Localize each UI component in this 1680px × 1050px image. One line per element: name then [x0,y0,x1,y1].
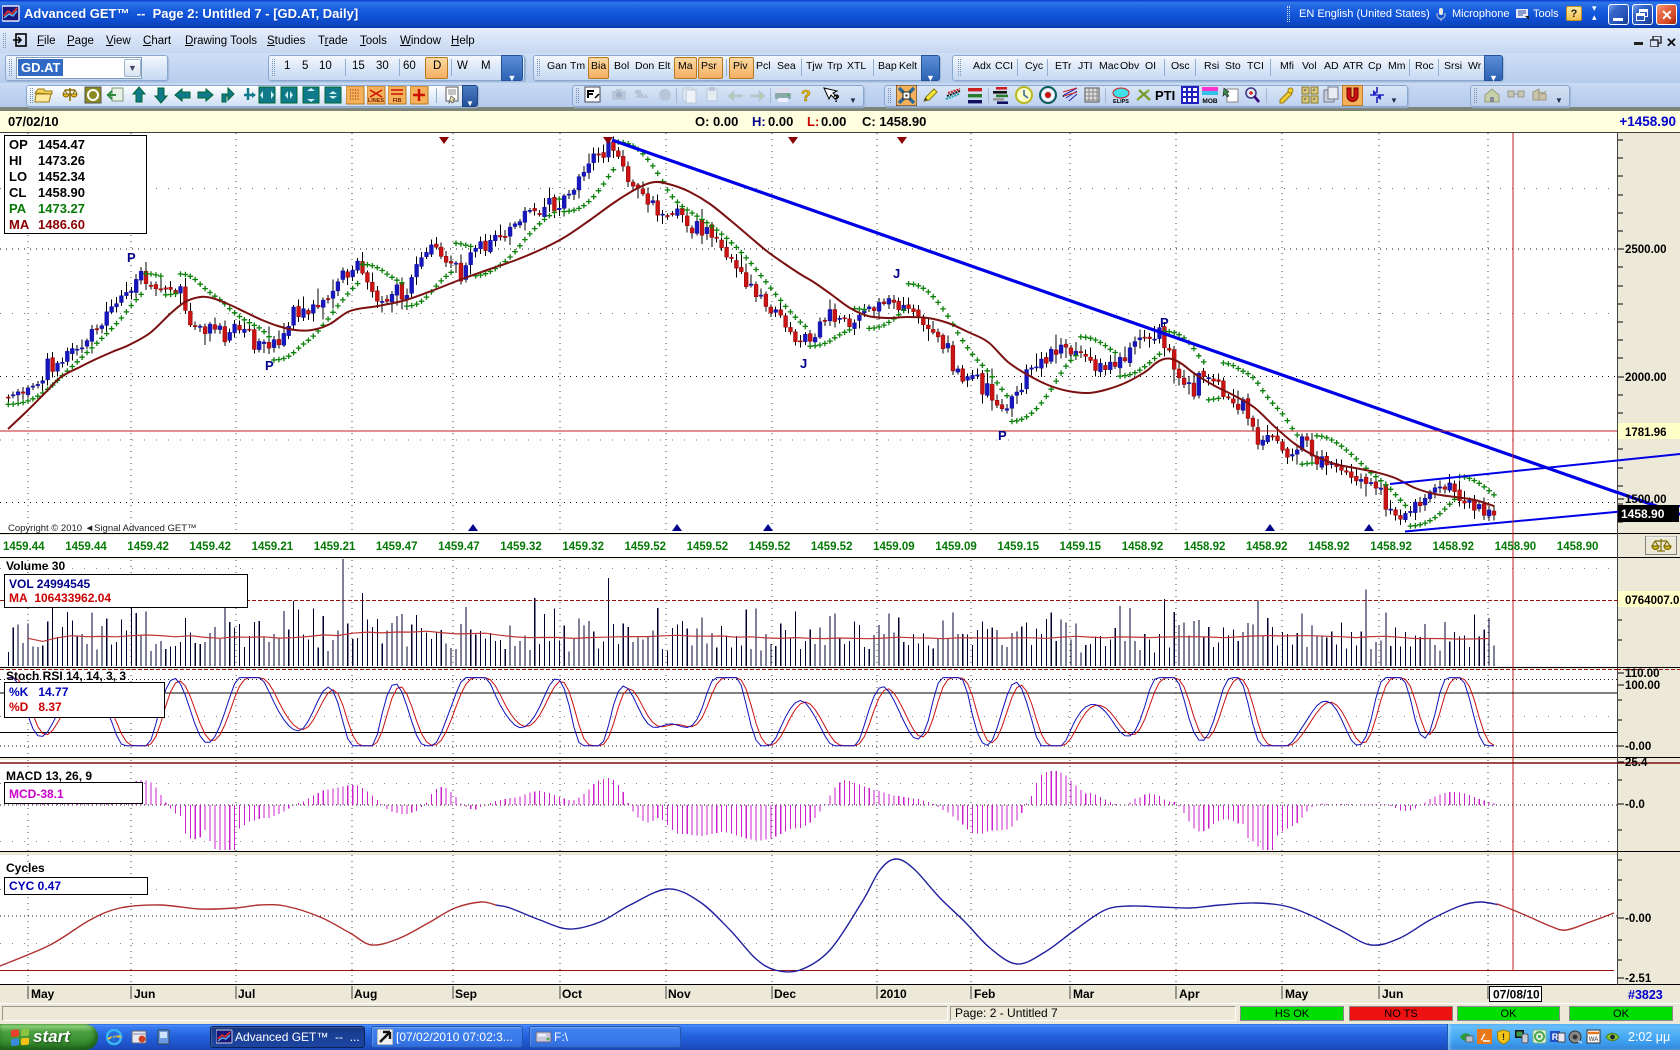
svg-text:CL: CL [9,185,26,200]
svg-text:1500.00: 1500.00 [1625,494,1667,506]
svg-text:1458.90: 1458.90 [38,185,85,200]
svg-text:-0.00: -0.00 [1625,741,1651,753]
svg-text:May: May [31,987,55,1001]
svg-text:Cycles: Cycles [6,861,45,875]
svg-text:H:: H: [752,114,766,129]
svg-text:1459.32: 1459.32 [500,541,542,553]
svg-text:0.00: 0.00 [821,114,846,129]
svg-text:Dec: Dec [774,987,796,1001]
svg-text:Jul: Jul [238,987,255,1001]
svg-text:J: J [893,266,900,281]
svg-text:1473.27: 1473.27 [38,201,85,216]
svg-text:1459.21: 1459.21 [314,541,356,553]
svg-text:07/08/10: 07/08/10 [1493,988,1540,1002]
svg-text:1454.47: 1454.47 [38,137,85,152]
svg-text:1459.44: 1459.44 [3,541,45,553]
svg-text:1473.26: 1473.26 [38,153,85,168]
svg-text:0764007.0: 0764007.0 [1625,595,1679,607]
svg-text:OP: OP [9,137,28,152]
svg-text:1452.34: 1452.34 [38,169,86,184]
svg-text:07/02/10: 07/02/10 [8,114,59,129]
svg-text:Apr: Apr [1179,987,1200,1001]
svg-text:!: ! [1502,1032,1505,1042]
svg-text:1458.92: 1458.92 [1122,541,1164,553]
svg-text:Sep: Sep [455,987,477,1001]
svg-text:1459.21: 1459.21 [252,541,294,553]
svg-text:Feb: Feb [974,987,995,1001]
svg-text:1459.52: 1459.52 [811,541,853,553]
svg-text:-2.51: -2.51 [1625,973,1652,985]
svg-text:P: P [998,428,1007,443]
svg-text:PA: PA [9,201,27,216]
svg-text:1459.52: 1459.52 [625,541,667,553]
svg-text:1486.60: 1486.60 [38,217,85,232]
svg-text:1458.92: 1458.92 [1433,541,1475,553]
svg-text:1459.09: 1459.09 [935,541,977,553]
svg-text:1459.47: 1459.47 [376,541,418,553]
svg-text:VOL 24994545: VOL 24994545 [9,577,91,591]
svg-text:e: e [111,1032,117,1044]
svg-text:1781.96: 1781.96 [1625,427,1667,439]
svg-text:Nov: Nov [668,987,691,1001]
svg-text:MA 106433962.04: MA 106433962.04 [9,591,111,605]
svg-text:%D 8.37: %D 8.37 [9,700,62,714]
svg-text:1459.32: 1459.32 [562,541,604,553]
svg-text:Mar: Mar [1073,987,1095,1001]
svg-text:1459.47: 1459.47 [438,541,480,553]
svg-text:0.00: 0.00 [768,114,793,129]
svg-text:1458.90: 1458.90 [1557,541,1599,553]
svg-text:O: 0.00: O: 0.00 [695,114,738,129]
svg-text:+1458.90: +1458.90 [1619,114,1676,129]
svg-text:1458.90: 1458.90 [1495,541,1537,553]
svg-text:Stoch RSI 14, 14, 3, 3: Stoch RSI 14, 14, 3, 3 [6,669,126,683]
svg-text:C: 1458.90: C: 1458.90 [862,114,926,129]
svg-text:-0.00: -0.00 [1625,913,1651,925]
svg-text:May: May [1285,987,1309,1001]
svg-text:%K 14.77: %K 14.77 [9,685,69,699]
svg-text:1459.44: 1459.44 [65,541,107,553]
svg-text:1458.92: 1458.92 [1246,541,1288,553]
svg-text:Jun: Jun [1382,987,1403,1001]
svg-text:WA: WA [1589,1037,1598,1043]
svg-text:1458.92: 1458.92 [1370,541,1412,553]
svg-text:100.00: 100.00 [1625,680,1660,692]
svg-text:2000.00: 2000.00 [1625,372,1667,384]
svg-text:1459.52: 1459.52 [687,541,729,553]
svg-text:LO: LO [9,169,27,184]
svg-text:Jun: Jun [134,987,155,1001]
svg-text:#3823: #3823 [1628,988,1663,1002]
svg-text:L:: L: [807,114,819,129]
svg-text:Oct: Oct [562,987,582,1001]
svg-text:1458.92: 1458.92 [1308,541,1350,553]
svg-text:P: P [127,250,136,265]
svg-text:Volume 30: Volume 30 [6,559,65,573]
svg-text:Aug: Aug [354,987,377,1001]
svg-text:1458.90: 1458.90 [1621,507,1665,521]
svg-text:-0.0: -0.0 [1625,799,1645,811]
svg-text:110.00: 110.00 [1625,668,1660,680]
svg-text:1459.15: 1459.15 [997,541,1039,553]
svg-text:CYC 0.47: CYC 0.47 [9,879,61,893]
svg-text:2010: 2010 [880,987,907,1001]
svg-text:1459.15: 1459.15 [1060,541,1102,553]
svg-text:1459.42: 1459.42 [127,541,169,553]
svg-text:1459.09: 1459.09 [873,541,915,553]
svg-text:HI: HI [9,153,22,168]
svg-text:J: J [800,356,807,371]
svg-text:1459.52: 1459.52 [749,541,791,553]
svg-text:MACD 13, 26, 9: MACD 13, 26, 9 [6,769,92,783]
svg-text:1459.42: 1459.42 [189,541,231,553]
svg-text:MA: MA [9,217,30,232]
svg-text:MCD-38.1: MCD-38.1 [9,787,64,801]
svg-text:2500.00: 2500.00 [1625,244,1667,256]
svg-text:25.4: 25.4 [1625,757,1648,769]
svg-text:1458.92: 1458.92 [1184,541,1226,553]
svg-text:Copyright © 2010 ◄Signal Advan: Copyright © 2010 ◄Signal Advanced GET™ [8,523,197,534]
svg-text:P: P [265,358,274,373]
svg-text:P: P [1160,315,1169,330]
